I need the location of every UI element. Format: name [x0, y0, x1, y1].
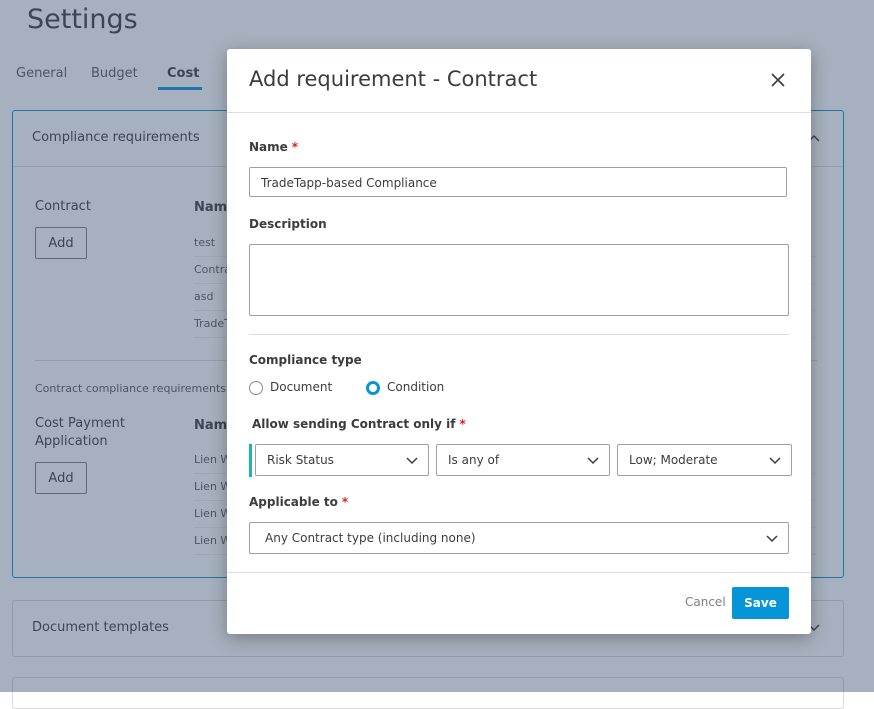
- condition-operator-value: Is any of: [448, 453, 500, 467]
- name-input[interactable]: TradeTapp-based Compliance: [249, 167, 787, 197]
- cancel-button[interactable]: Cancel: [685, 595, 726, 609]
- dialog-divider: [249, 334, 789, 335]
- dialog-title: Add requirement - Contract: [249, 67, 538, 91]
- chevron-down-icon: [406, 457, 418, 465]
- applicable-to-value: Any Contract type (including none): [265, 531, 476, 545]
- chevron-down-icon: [766, 535, 778, 543]
- save-button[interactable]: Save: [732, 587, 789, 619]
- allow-sending-label-text: Allow sending Contract only if: [252, 417, 456, 431]
- condition-accent-bar: [249, 444, 252, 477]
- chevron-down-icon: [587, 457, 599, 465]
- description-field-label: Description: [249, 217, 327, 231]
- condition-field-value: Risk Status: [267, 453, 334, 467]
- required-marker: *: [291, 140, 299, 154]
- name-label-text: Name: [249, 140, 288, 154]
- chevron-down-icon: [769, 457, 781, 465]
- condition-radio-label[interactable]: Condition: [387, 380, 444, 394]
- allow-sending-label: Allow sending Contract only if *: [252, 417, 466, 431]
- required-marker: *: [341, 495, 349, 509]
- add-requirement-dialog: Add requirement - Contract Name * TradeTa…: [227, 49, 811, 634]
- condition-values-value: Low; Moderate: [629, 453, 718, 467]
- condition-operator-select[interactable]: Is any of: [436, 444, 610, 476]
- condition-radio[interactable]: [366, 381, 380, 395]
- name-field-label: Name *: [249, 140, 298, 154]
- condition-field-select[interactable]: Risk Status: [255, 444, 429, 476]
- required-marker: *: [459, 417, 466, 431]
- dialog-header: Add requirement - Contract: [227, 49, 811, 113]
- close-icon[interactable]: [767, 69, 789, 91]
- document-radio-label[interactable]: Document: [270, 380, 332, 394]
- description-textarea[interactable]: [249, 244, 789, 316]
- dialog-footer-divider: [227, 572, 811, 573]
- condition-values-select[interactable]: Low; Moderate: [617, 444, 792, 476]
- document-radio[interactable]: [249, 381, 263, 395]
- compliance-type-label: Compliance type: [249, 353, 362, 367]
- applicable-to-select[interactable]: Any Contract type (including none): [249, 522, 789, 554]
- applicable-to-label-text: Applicable to: [249, 495, 338, 509]
- applicable-to-label: Applicable to *: [249, 495, 348, 509]
